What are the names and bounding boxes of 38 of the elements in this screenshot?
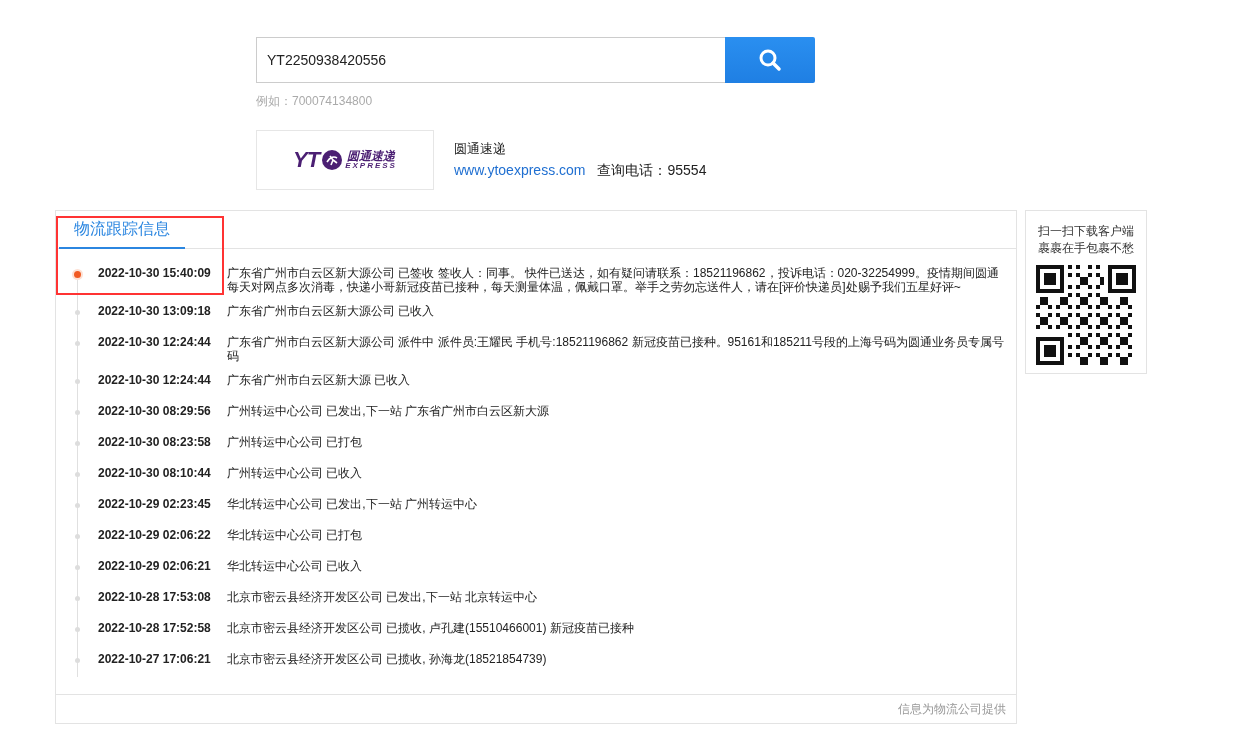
event-time: 2022-10-29 02:06:21 <box>98 559 212 575</box>
website-link[interactable]: www.ytoexpress.com <box>454 162 586 178</box>
example-hint: 例如：700074134800 <box>256 93 373 110</box>
event-description: 广州转运中心公司 已发出,下一站 广东省广州市白云区新大源 <box>227 404 550 420</box>
phone-number: 查询电话：95554 <box>597 162 707 180</box>
event-time: 2022-10-29 02:06:22 <box>98 528 212 544</box>
event-description: 广东省广州市白云区新大源公司 已收入 <box>227 304 436 320</box>
event-description: 广东省广州市白云区新大源公司 已签收 签收人：同事。 快件已送达，如有疑问请联系：18521196862，投诉电话：020-32254999。疫情期间圆通每天对网点多次消毒，快递小哥新冠疫苗已接种，每天测量体温，佩戴口罩。举手之劳勿忘送件人，请在[评价快递员]处赐予我们五星好评~ <box>227 266 1000 294</box>
event-time: 2022-10-30 13:09:18 <box>98 304 212 320</box>
event-time: 2022-10-30 15:40:09 <box>98 266 212 282</box>
event-description: 广州转运中心公司 已收入 <box>227 466 364 482</box>
event-time: 2022-10-28 17:53:08 <box>98 590 212 606</box>
download-caption: 扫一扫下载客户端 <box>1038 223 1134 240</box>
event-time: 2022-10-30 08:29:56 <box>98 404 212 420</box>
download-caption: 裹裹在手包裹不愁 <box>1038 240 1134 257</box>
search-button[interactable] <box>725 37 815 83</box>
event-description: 广州转运中心公司 已打包 <box>227 435 364 451</box>
event-description: 北京市密云县经济开发区公司 已发出,下一站 北京转运中心 <box>227 590 538 606</box>
event-description: 广东省广州市白云区新大源公司 派件中 派件员:王耀民 手机号:18521196862 新冠疫苗已接种。95161和185211号段的上海号码为圆通业务员专属号码 <box>227 335 1006 363</box>
carrier-name: 圆通速递 <box>454 140 507 158</box>
event-time: 2022-10-28 17:52:58 <box>98 621 212 637</box>
tracking-info-tab[interactable]: 物流跟踪信息 <box>59 219 185 249</box>
tracking-number-input[interactable]: YT2250938420556 <box>256 37 725 83</box>
event-description: 北京市密云县经济开发区公司 已揽收, 孙海龙(18521854739) <box>227 652 548 668</box>
event-description: 广东省广州市白云区新大源 已收入 <box>227 373 412 389</box>
event-time: 2022-10-30 08:10:44 <box>98 466 212 482</box>
event-description: 华北转运中心公司 已发出,下一站 广州转运中心 <box>227 497 478 513</box>
data-source-note: 信息为物流公司提供 <box>898 700 1006 718</box>
event-time: 2022-10-29 02:23:45 <box>98 497 212 513</box>
event-description: 华北转运中心公司 已收入 <box>227 559 364 575</box>
event-description: 北京市密云县经济开发区公司 已揽收, 卢孔建(15510466001) 新冠疫苗已接种 <box>227 621 635 637</box>
event-time: 2022-10-30 12:24:44 <box>98 373 212 389</box>
event-description: 华北转运中心公司 已打包 <box>227 528 364 544</box>
carrier-logo: YT 圆通速递 EXPRESS <box>256 130 434 190</box>
event-time: 2022-10-27 17:06:21 <box>98 652 212 668</box>
event-time: 2022-10-30 12:24:44 <box>98 335 212 351</box>
search-icon <box>758 48 782 72</box>
event-time: 2022-10-30 08:23:58 <box>98 435 212 451</box>
